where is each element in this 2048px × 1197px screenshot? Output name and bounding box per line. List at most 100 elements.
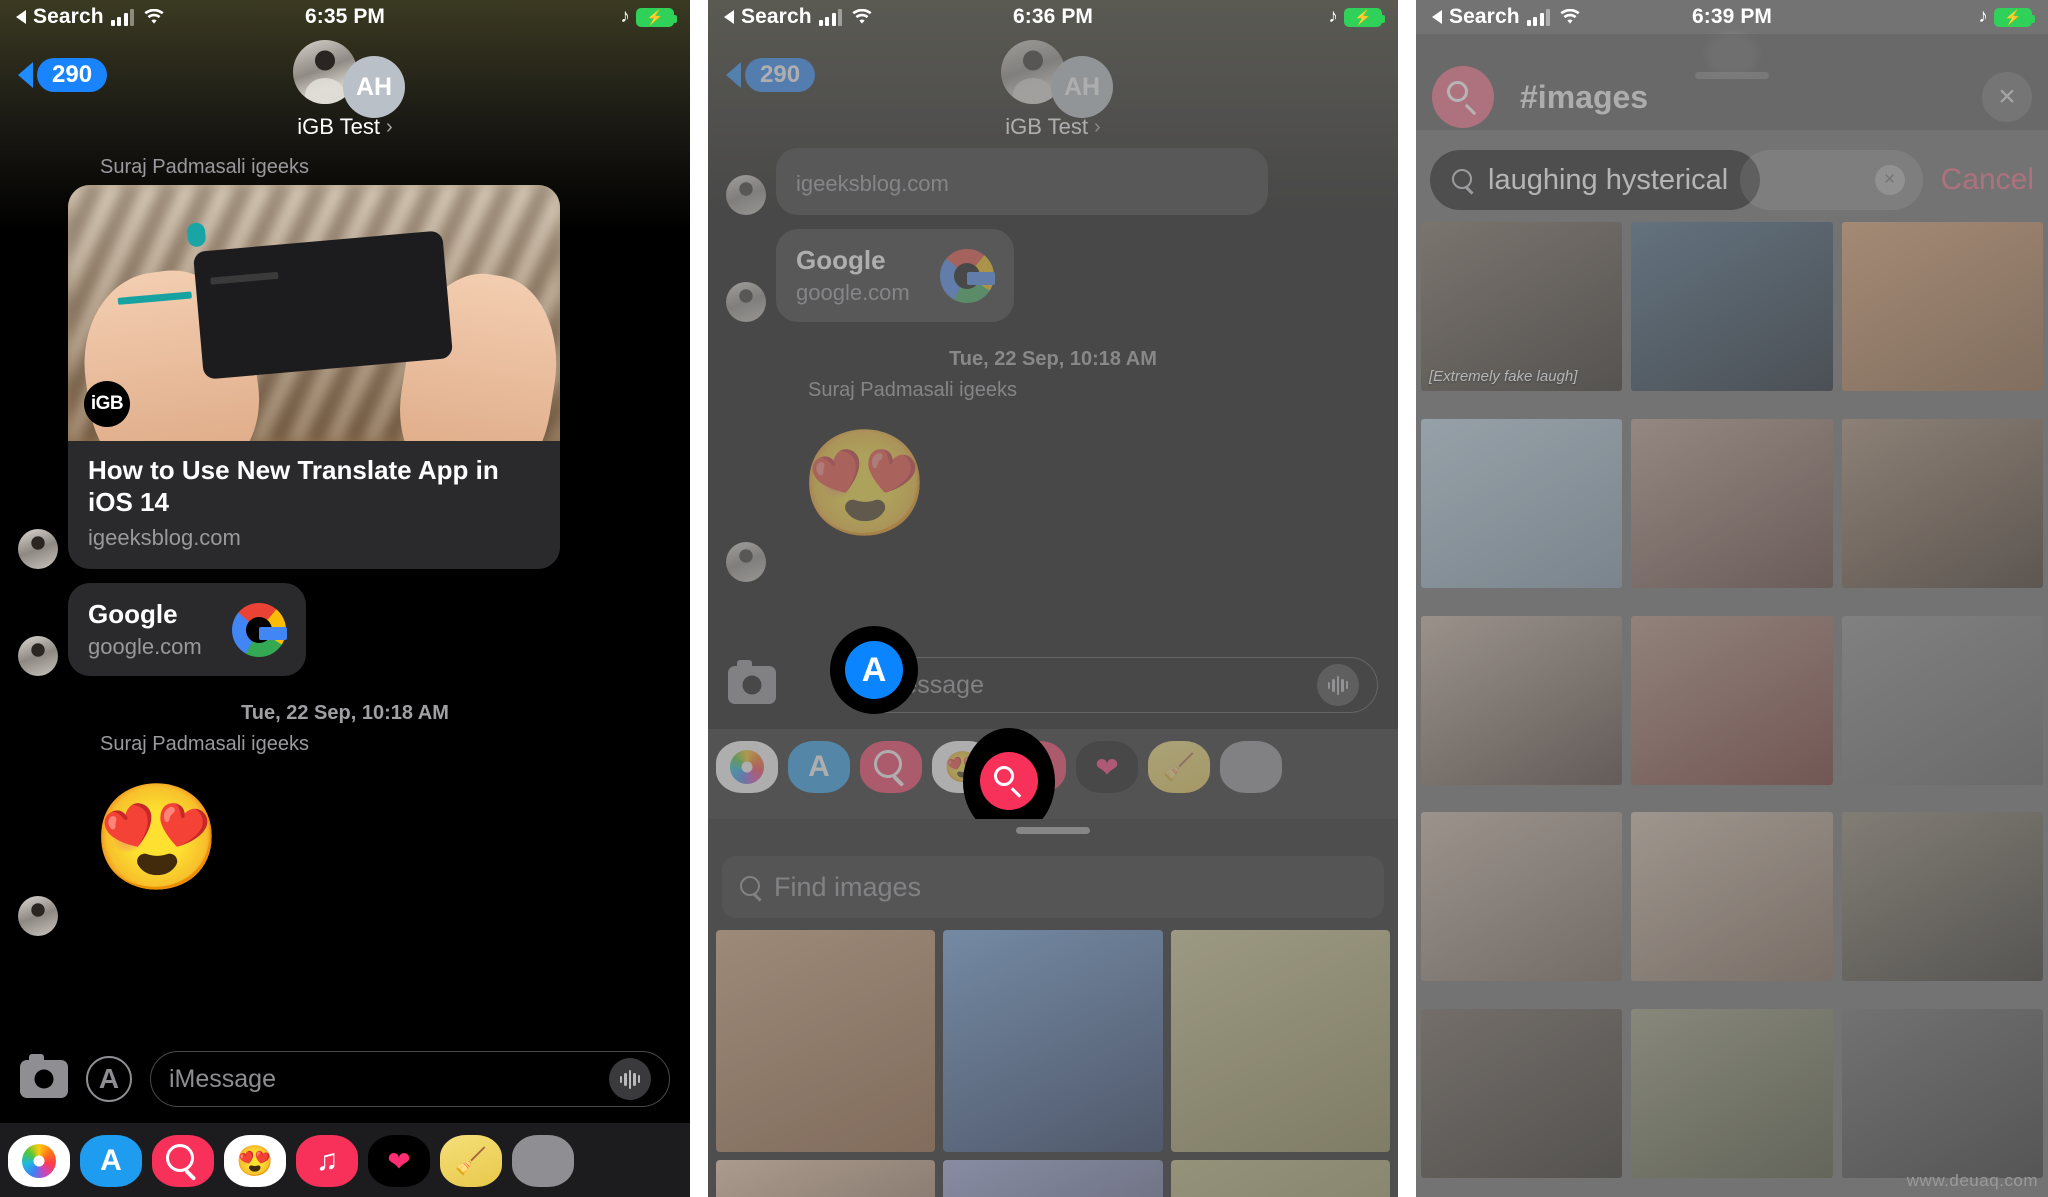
google-link-bubble[interactable]: Google google.com <box>776 229 1014 322</box>
image-result-dark-scene-a[interactable] <box>1421 1009 1623 1179</box>
cancel-button[interactable]: Cancel <box>1935 163 2034 197</box>
image-result-girl-phone-selfie[interactable] <box>1421 812 1623 982</box>
google-link-bubble[interactable]: Google google.com <box>68 583 306 677</box>
image-result-confused-dogs[interactable] <box>716 930 936 1152</box>
image-result-anime-twins-laugh[interactable] <box>1421 418 1623 588</box>
rich-link-bubble-partial[interactable]: igeeksblog.com <box>776 148 1268 215</box>
search-input[interactable]: laughing hysterical <box>1430 150 1760 210</box>
image-result-batman-cartoon[interactable] <box>943 930 1163 1152</box>
clear-icon[interactable]: × <box>1874 165 1905 195</box>
cleanup-app-icon[interactable]: 🧹 <box>1148 741 1210 793</box>
images-app-icon[interactable] <box>152 1135 214 1187</box>
image-result-man-laughing[interactable] <box>1841 418 2043 588</box>
audio-wave-icon[interactable] <box>609 1058 651 1100</box>
cleanup-app-icon[interactable]: 🧹 <box>440 1135 502 1187</box>
app-store-icon[interactable]: A <box>86 1056 132 1102</box>
sender-label: Suraj Padmasali igeeks <box>100 156 309 178</box>
status-bar-time: 6:36 PM <box>1012 5 1094 28</box>
composer-row: A iMessage <box>0 1037 690 1123</box>
panel-2-app-drawer-open: Search 6:36 PM ♪ ⚡ 290 AH iGB Test › ige… <box>708 0 1398 1197</box>
conversation-header[interactable]: AH iGB Test › <box>0 40 690 140</box>
memoji-app-icon[interactable]: 😍 <box>224 1135 286 1187</box>
app-store-app-icon[interactable]: A <box>788 741 850 793</box>
message-timestamp: Tue, 22 Sep, 10:18 AM <box>241 702 449 725</box>
search-row: laughing hysterical × Cancel <box>1416 146 2048 214</box>
emoji-message-avatar-row <box>0 896 690 937</box>
avatar <box>726 175 766 215</box>
image-result-women-laughing[interactable] <box>1631 418 1833 588</box>
drag-handle[interactable] <box>1016 827 1090 834</box>
image-result-dark-scene-b[interactable] <box>1841 1009 2043 1179</box>
emoji-message[interactable]: 😍 <box>800 432 1398 536</box>
avatar <box>726 542 766 582</box>
conversation-header[interactable]: AH iGB Test › <box>708 40 1398 140</box>
image-result-gray-scene[interactable] <box>1841 615 2043 785</box>
avatar-group: AH <box>275 40 415 118</box>
image-result-fake-laugh-scene[interactable]: [Extremely fake laugh] <box>1421 222 1623 391</box>
panel-divider <box>690 0 708 1197</box>
music-app-icon[interactable]: ♫ <box>296 1135 358 1187</box>
chevron-right-icon: › <box>386 115 393 138</box>
image-result-kid-outdoors[interactable] <box>1631 1009 1833 1179</box>
image-result-olive-texture[interactable] <box>1170 1160 1390 1197</box>
image-result-woman-white-dress-laugh[interactable] <box>1631 615 1833 785</box>
app-store-icon-highlighted[interactable]: A <box>845 641 903 699</box>
message-row-google-link[interactable]: Google google.com <box>708 229 1398 322</box>
link-domain: google.com <box>88 634 202 660</box>
images-grid <box>708 930 1398 1197</box>
panel-divider-2 <box>1398 0 1416 1197</box>
image-result-cartoon-dog-laugh[interactable] <box>1841 222 2043 391</box>
images-app-title: #images <box>1520 78 1649 115</box>
image-result-dog-outdoors[interactable] <box>1841 812 2043 982</box>
nav-bar: 290 AH iGB Test › <box>708 34 1398 144</box>
status-bar-time: 6:35 PM <box>304 5 386 28</box>
photos-app-icon[interactable] <box>716 741 778 793</box>
emoji-message-avatar-row <box>708 542 1398 582</box>
images-app-icon[interactable] <box>1432 66 1494 128</box>
message-row-rich-link[interactable]: iGB How to Use New Translate App in iOS … <box>0 185 690 570</box>
avatar <box>18 636 58 677</box>
app-store-app-icon[interactable]: A <box>80 1135 142 1187</box>
photos-app-icon[interactable] <box>8 1135 70 1187</box>
message-timestamp: Tue, 22 Sep, 10:18 AM <box>949 348 1157 370</box>
close-icon[interactable]: × <box>1982 72 2032 122</box>
avatar <box>18 896 58 937</box>
nav-bar: 290 AH iGB Test › <box>0 34 690 144</box>
panel-2-conversation-area: Search 6:36 PM ♪ ⚡ 290 AH iGB Test › ige… <box>708 0 1398 819</box>
find-images-input[interactable]: Find images <box>722 856 1384 918</box>
emoji-message[interactable]: 😍 <box>92 786 690 890</box>
avatar-initials: AH <box>1051 56 1113 118</box>
camera-icon[interactable] <box>20 1054 68 1098</box>
link-title: How to Use New Translate App in iOS 14 <box>88 455 499 517</box>
digital-touch-app-icon[interactable]: ❤ <box>368 1135 430 1187</box>
message-input[interactable]: iMessage <box>858 657 1378 713</box>
link-domain: google.com <box>796 280 910 305</box>
image-result-maleficent-laugh[interactable] <box>1631 222 1833 391</box>
more-apps-icon[interactable] <box>1220 741 1282 793</box>
image-result-batman-logo[interactable] <box>943 1160 1163 1197</box>
status-bar: Search 6:36 PM ♪ ⚡ <box>708 0 1398 34</box>
image-result-woman-floral-laugh[interactable] <box>1631 812 1833 982</box>
link-domain: igeeksblog.com <box>88 525 241 551</box>
digital-touch-app-icon[interactable]: ❤ <box>1076 741 1138 793</box>
message-input[interactable]: iMessage <box>150 1051 670 1107</box>
avatar <box>726 282 766 322</box>
more-apps-icon[interactable] <box>512 1135 574 1187</box>
image-result-surprised-bird[interactable] <box>1170 930 1390 1152</box>
image-result-woman-head-back-laugh[interactable] <box>1421 615 1623 785</box>
images-app-icon[interactable] <box>860 741 922 793</box>
status-bar: Search 6:35 PM ♪ ⚡ <box>0 0 690 34</box>
message-row-google-link[interactable]: Google google.com <box>0 583 690 677</box>
search-input-value: laughing hysterical <box>1488 163 1729 196</box>
battery-charging-icon: ⚡ <box>1344 7 1385 27</box>
audio-wave-icon[interactable] <box>1317 664 1359 706</box>
link-title: Google <box>88 599 178 630</box>
app-drawer: A 😍 ♫ ❤ 🧹 <box>0 1123 690 1197</box>
search-field-background: × <box>1740 150 1923 210</box>
image-result-hands-skin[interactable] <box>716 1160 936 1197</box>
images-app-icon-highlighted[interactable] <box>980 752 1038 810</box>
camera-icon[interactable] <box>728 660 776 704</box>
rich-link-bubble[interactable]: iGB How to Use New Translate App in iOS … <box>68 185 560 570</box>
link-title: Google <box>796 245 886 275</box>
message-row-rich-link-partial[interactable]: igeeksblog.com <box>708 148 1398 215</box>
